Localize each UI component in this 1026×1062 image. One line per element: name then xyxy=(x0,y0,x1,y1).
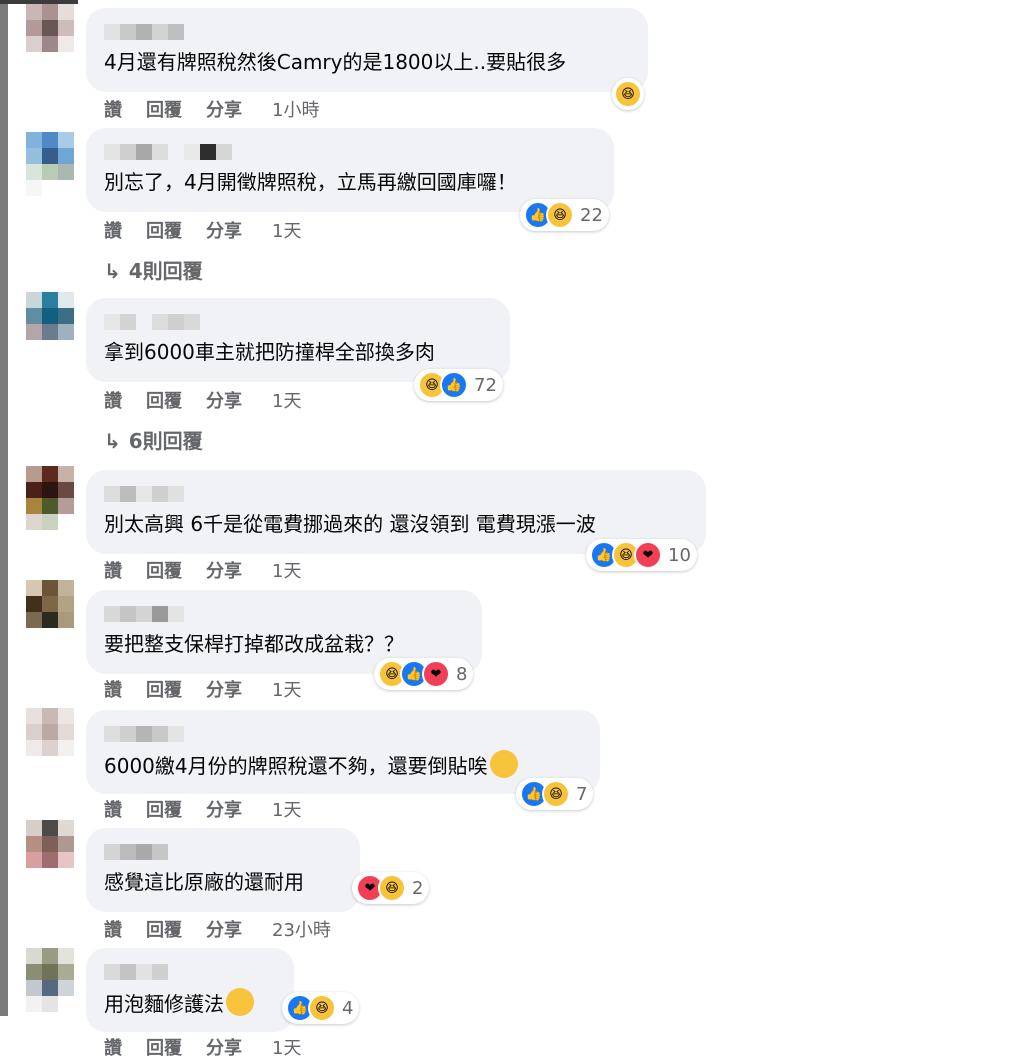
comment-timestamp[interactable]: 1天 xyxy=(272,557,301,583)
reaction-count: 2 xyxy=(412,877,424,899)
comment-actions: 讚 回覆 分享 1天 xyxy=(104,387,301,413)
author-name-blurred[interactable] xyxy=(104,144,232,160)
author-name-blurred[interactable] xyxy=(104,486,184,502)
laughing-face-icon: 😆 xyxy=(546,201,574,229)
comment-timestamp[interactable]: 1天 xyxy=(272,1034,301,1060)
comment-text: 用泡麵修護法 xyxy=(104,988,254,1018)
grinning-squint-icon xyxy=(489,750,518,778)
author-name-blurred[interactable] xyxy=(104,844,168,860)
comment-actions: 讚 回覆 分享 1天 xyxy=(104,676,301,702)
comment-actions: 讚 回覆 分享 1天 xyxy=(104,217,301,243)
reaction-count: 7 xyxy=(576,783,588,805)
share-button[interactable]: 分享 xyxy=(206,96,242,122)
reply-button[interactable]: 回覆 xyxy=(146,387,182,413)
avatar[interactable] xyxy=(26,820,74,884)
avatar[interactable] xyxy=(26,132,74,196)
author-name-blurred[interactable] xyxy=(104,606,184,622)
reaction-count: 22 xyxy=(580,204,603,226)
share-button[interactable]: 分享 xyxy=(206,217,242,243)
like-button[interactable]: 讚 xyxy=(104,217,122,243)
rolling-laughing-icon xyxy=(226,988,254,1016)
comment-bubble: 用泡麵修護法 xyxy=(86,948,294,1032)
laughing-face-icon: 😆 xyxy=(378,874,406,902)
reaction-count: 10 xyxy=(668,544,691,566)
comment-actions: 讚 回覆 分享 23小時 xyxy=(104,916,331,942)
reply-arrow-icon: ↳ xyxy=(104,259,121,283)
comment-text: 別太高興 6千是從電費挪過來的 還沒領到 電費現漲一波 xyxy=(104,512,596,536)
share-button[interactable]: 分享 xyxy=(206,557,242,583)
comment-text: 要把整支保桿打掉都改成盆栽？？ xyxy=(104,632,404,656)
reaction-count: 8 xyxy=(456,663,468,685)
reply-button[interactable]: 回覆 xyxy=(146,557,182,583)
share-button[interactable]: 分享 xyxy=(206,796,242,822)
comment-text: 4月還有牌照稅然後Camry的是1800以上..要貼很多 xyxy=(104,50,567,74)
heart-icon: ❤ xyxy=(634,541,662,569)
comment-actions: 讚 回覆 分享 1小時 xyxy=(104,96,319,122)
comment-bubble: 4月還有牌照稅然後Camry的是1800以上..要貼很多 xyxy=(86,8,648,92)
laughing-face-icon: 😆 xyxy=(614,80,642,108)
avatar[interactable] xyxy=(26,466,74,530)
comment-timestamp[interactable]: 1小時 xyxy=(272,96,319,122)
like-button[interactable]: 讚 xyxy=(104,387,122,413)
thumbs-up-icon: 👍 xyxy=(440,371,468,399)
laughing-face-icon: 😆 xyxy=(542,780,570,808)
comment-timestamp[interactable]: 1天 xyxy=(272,676,301,702)
share-button[interactable]: 分享 xyxy=(206,916,242,942)
reply-button[interactable]: 回覆 xyxy=(146,1034,182,1060)
comment-text: 6000繳4月份的牌照稅還不夠，還要倒貼唉 xyxy=(104,750,518,780)
reply-button[interactable]: 回覆 xyxy=(146,916,182,942)
like-button[interactable]: 讚 xyxy=(104,916,122,942)
comment-timestamp[interactable]: 23小時 xyxy=(272,916,331,942)
reply-button[interactable]: 回覆 xyxy=(146,796,182,822)
reaction-summary[interactable]: 👍 😆 ❤ 10 xyxy=(586,539,697,571)
comment-text: 拿到6000車主就把防撞桿全部換多肉 xyxy=(104,340,435,364)
avatar[interactable] xyxy=(26,948,74,1012)
reply-button[interactable]: 回覆 xyxy=(146,676,182,702)
avatar[interactable] xyxy=(26,580,74,644)
comment-timestamp[interactable]: 1天 xyxy=(272,217,301,243)
share-button[interactable]: 分享 xyxy=(206,387,242,413)
comment-actions: 讚 回覆 分享 1天 xyxy=(104,796,301,822)
avatar[interactable] xyxy=(26,292,74,356)
heart-icon: ❤ xyxy=(422,660,450,688)
reaction-summary[interactable]: ❤ 😆 2 xyxy=(352,872,430,904)
reaction-summary[interactable]: 👍 😆 4 xyxy=(282,992,360,1024)
comment-text: 別忘了，4月開徵牌照稅，立馬再繳回國庫囉！ xyxy=(104,170,517,194)
reply-button[interactable]: 回覆 xyxy=(146,96,182,122)
comment-actions: 讚 回覆 分享 1天 xyxy=(104,1034,301,1060)
author-name-blurred[interactable] xyxy=(104,726,184,742)
author-name-blurred[interactable] xyxy=(104,964,168,980)
reply-arrow-icon: ↳ xyxy=(104,429,121,453)
comment-timestamp[interactable]: 1天 xyxy=(272,387,301,413)
comment-actions: 讚 回覆 分享 1天 xyxy=(104,557,301,583)
comment-bubble: 感覺這比原廠的還耐用 xyxy=(86,828,360,912)
reaction-summary[interactable]: 😆 👍 72 xyxy=(414,369,503,401)
share-button[interactable]: 分享 xyxy=(206,676,242,702)
author-name-blurred[interactable] xyxy=(104,314,200,330)
reaction-summary[interactable]: 👍 😆 7 xyxy=(516,778,594,810)
reaction-count: 4 xyxy=(342,997,354,1019)
reaction-summary[interactable]: 😆 xyxy=(612,78,644,110)
laughing-face-icon: 😆 xyxy=(308,994,336,1022)
author-name-blurred[interactable] xyxy=(104,24,184,40)
reaction-summary[interactable]: 👍 😆 22 xyxy=(520,199,609,231)
reaction-count: 72 xyxy=(474,374,497,396)
like-button[interactable]: 讚 xyxy=(104,1034,122,1060)
comment-timestamp[interactable]: 1天 xyxy=(272,796,301,822)
like-button[interactable]: 讚 xyxy=(104,557,122,583)
view-replies-link[interactable]: ↳ 6則回覆 xyxy=(104,425,203,454)
like-button[interactable]: 讚 xyxy=(104,96,122,122)
avatar[interactable] xyxy=(26,4,74,68)
reaction-summary[interactable]: 😆 👍 ❤ 8 xyxy=(374,658,474,690)
like-button[interactable]: 讚 xyxy=(104,676,122,702)
like-button[interactable]: 讚 xyxy=(104,796,122,822)
comment-text: 感覺這比原廠的還耐用 xyxy=(104,870,304,894)
window-left-edge xyxy=(0,0,8,1016)
avatar[interactable] xyxy=(26,708,74,772)
share-button[interactable]: 分享 xyxy=(206,1034,242,1060)
reply-button[interactable]: 回覆 xyxy=(146,217,182,243)
view-replies-link[interactable]: ↳ 4則回覆 xyxy=(104,255,203,284)
